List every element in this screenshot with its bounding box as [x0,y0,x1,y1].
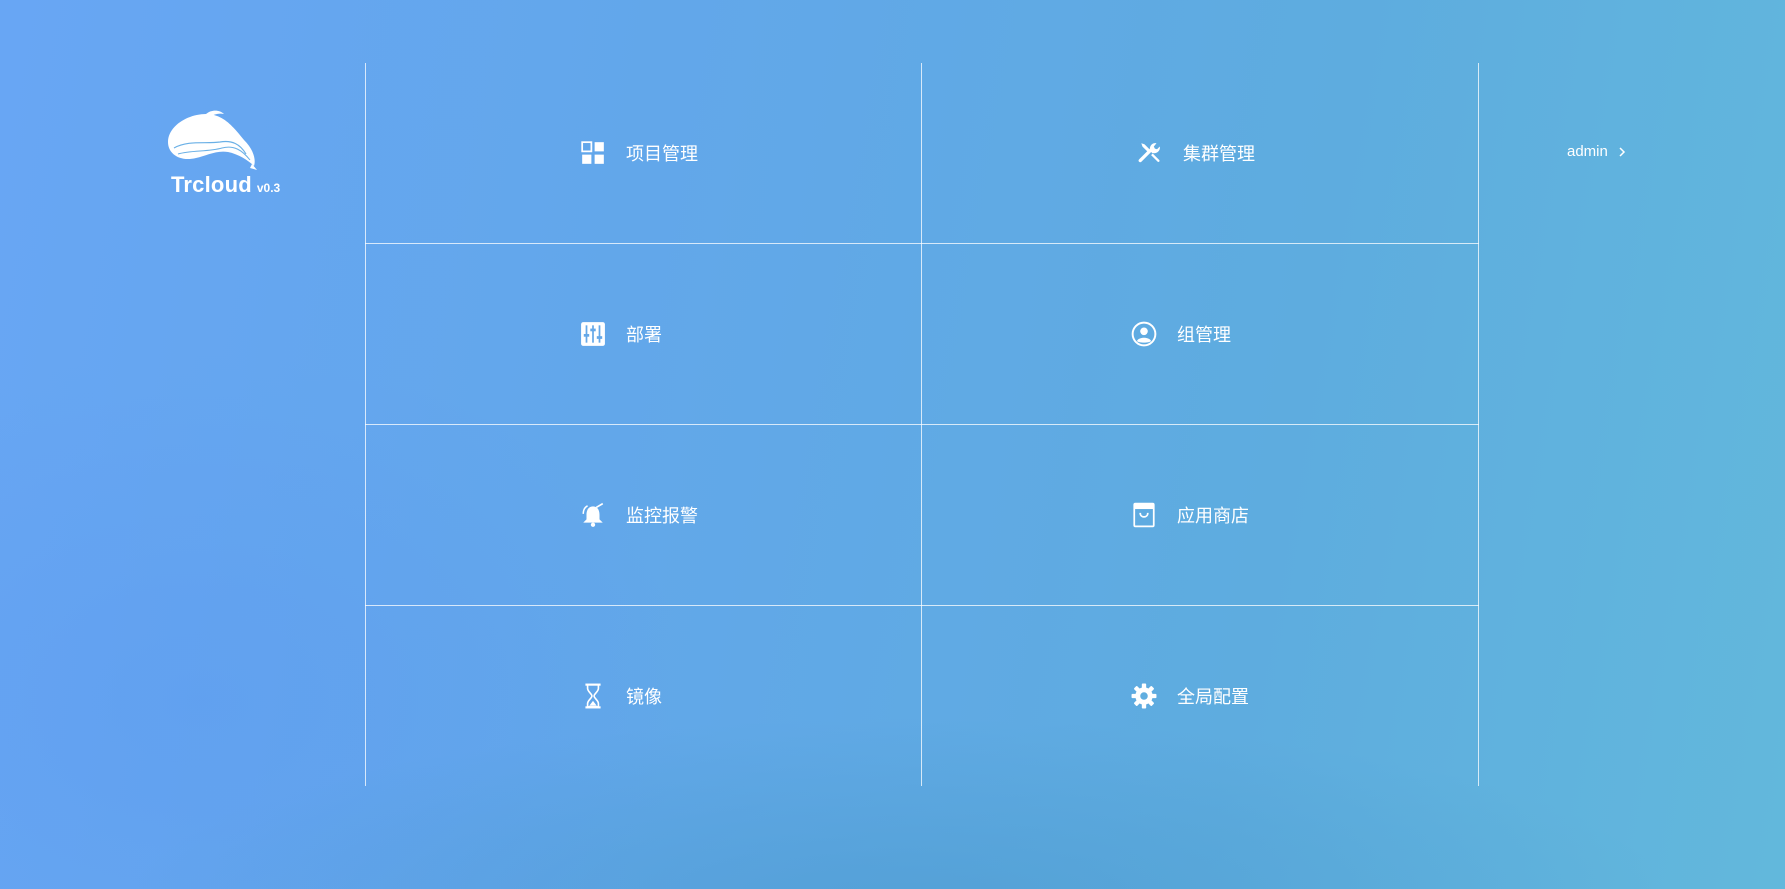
gear-icon [1131,683,1157,709]
user-menu[interactable]: admin [1567,143,1626,160]
menu-item-label: 镜像 [626,687,662,708]
menu-item-deploy[interactable]: 部署 [366,244,921,424]
menu-item-label: 项目管理 [626,144,698,165]
menu-item-monitoring-alerts[interactable]: 监控报警 [366,425,921,605]
main-menu-grid: 项目管理 集群管理 部署 组管理 监控报警 应用商店 镜像 全局配置 [365,63,1479,786]
menu-item-group-management[interactable]: 组管理 [922,244,1477,424]
brand: Trcloud v0.3 [171,172,280,198]
menu-item-project-management[interactable]: 项目管理 [366,63,921,243]
user-circle-icon [1131,321,1157,347]
brand-name: Trcloud [171,172,252,197]
menu-item-label: 集群管理 [1183,144,1255,165]
menu-item-label: 组管理 [1177,325,1231,346]
menu-item-label: 应用商店 [1177,506,1249,527]
hourglass-icon [580,683,606,709]
menu-item-label: 部署 [626,325,662,346]
menu-item-images[interactable]: 镜像 [366,606,921,786]
username: admin [1567,143,1608,160]
sliders-icon [580,321,606,347]
menu-item-label: 全局配置 [1177,687,1249,708]
grid-icon [580,140,606,166]
menu-item-global-settings[interactable]: 全局配置 [922,606,1477,786]
menu-item-cluster-management[interactable]: 集群管理 [922,63,1477,243]
alarm-bell-icon [580,502,606,528]
menu-item-app-store[interactable]: 应用商店 [922,425,1477,605]
shopping-bag-icon [1131,502,1157,528]
whale-logo-icon [168,110,257,170]
brand-version: v0.3 [256,181,281,195]
chevron-right-icon [1619,146,1625,157]
menu-item-label: 监控报警 [626,506,698,527]
tools-icon [1137,140,1163,166]
